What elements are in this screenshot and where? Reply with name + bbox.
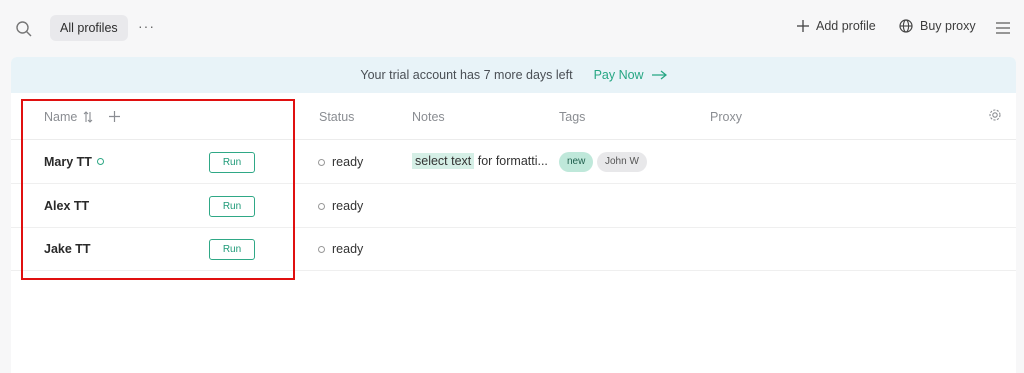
hamburger-menu-icon[interactable] (996, 21, 1010, 35)
tag-badge[interactable]: John W (597, 152, 647, 172)
globe-icon (899, 19, 913, 33)
pay-now-link[interactable]: Pay Now (594, 68, 667, 82)
status-dot-icon (318, 202, 325, 210)
add-profile-label: Add profile (816, 19, 876, 33)
notes-highlight: select text (412, 153, 475, 169)
status-text: ready (332, 155, 364, 169)
status-cell: ready (318, 155, 363, 169)
search-icon[interactable] (15, 20, 33, 38)
status-dot-icon (318, 158, 325, 166)
top-toolbar: All profiles ··· Add profile Buy proxy (0, 0, 1024, 57)
column-status[interactable]: Status (319, 110, 354, 124)
status-cell: ready (318, 242, 363, 256)
more-options-icon[interactable]: ··· (138, 18, 155, 34)
status-text: ready (332, 242, 364, 256)
all-profiles-filter[interactable]: All profiles (50, 15, 128, 41)
trial-message: Your trial account has 7 more days left (360, 68, 573, 82)
buy-proxy-label: Buy proxy (920, 19, 976, 33)
column-notes[interactable]: Notes (412, 110, 445, 124)
status-dot-icon (318, 245, 325, 253)
notes-cell[interactable]: select text for formatti... (412, 153, 548, 169)
tag-badge[interactable]: new (559, 152, 594, 172)
trial-banner: Your trial account has 7 more days left … (11, 57, 1016, 93)
pay-now-label: Pay Now (593, 68, 644, 82)
plus-icon (797, 20, 809, 32)
status-text: ready (332, 199, 364, 213)
arrow-right-icon (651, 70, 667, 80)
notes-text: for formatti... (474, 154, 548, 168)
red-highlight-annotation (21, 99, 295, 280)
column-tags[interactable]: Tags (559, 110, 585, 124)
settings-gear-icon[interactable] (988, 108, 1002, 122)
status-cell: ready (318, 199, 363, 213)
buy-proxy-button[interactable]: Buy proxy (899, 19, 976, 33)
add-profile-button[interactable]: Add profile (797, 19, 876, 33)
column-proxy[interactable]: Proxy (710, 110, 742, 124)
